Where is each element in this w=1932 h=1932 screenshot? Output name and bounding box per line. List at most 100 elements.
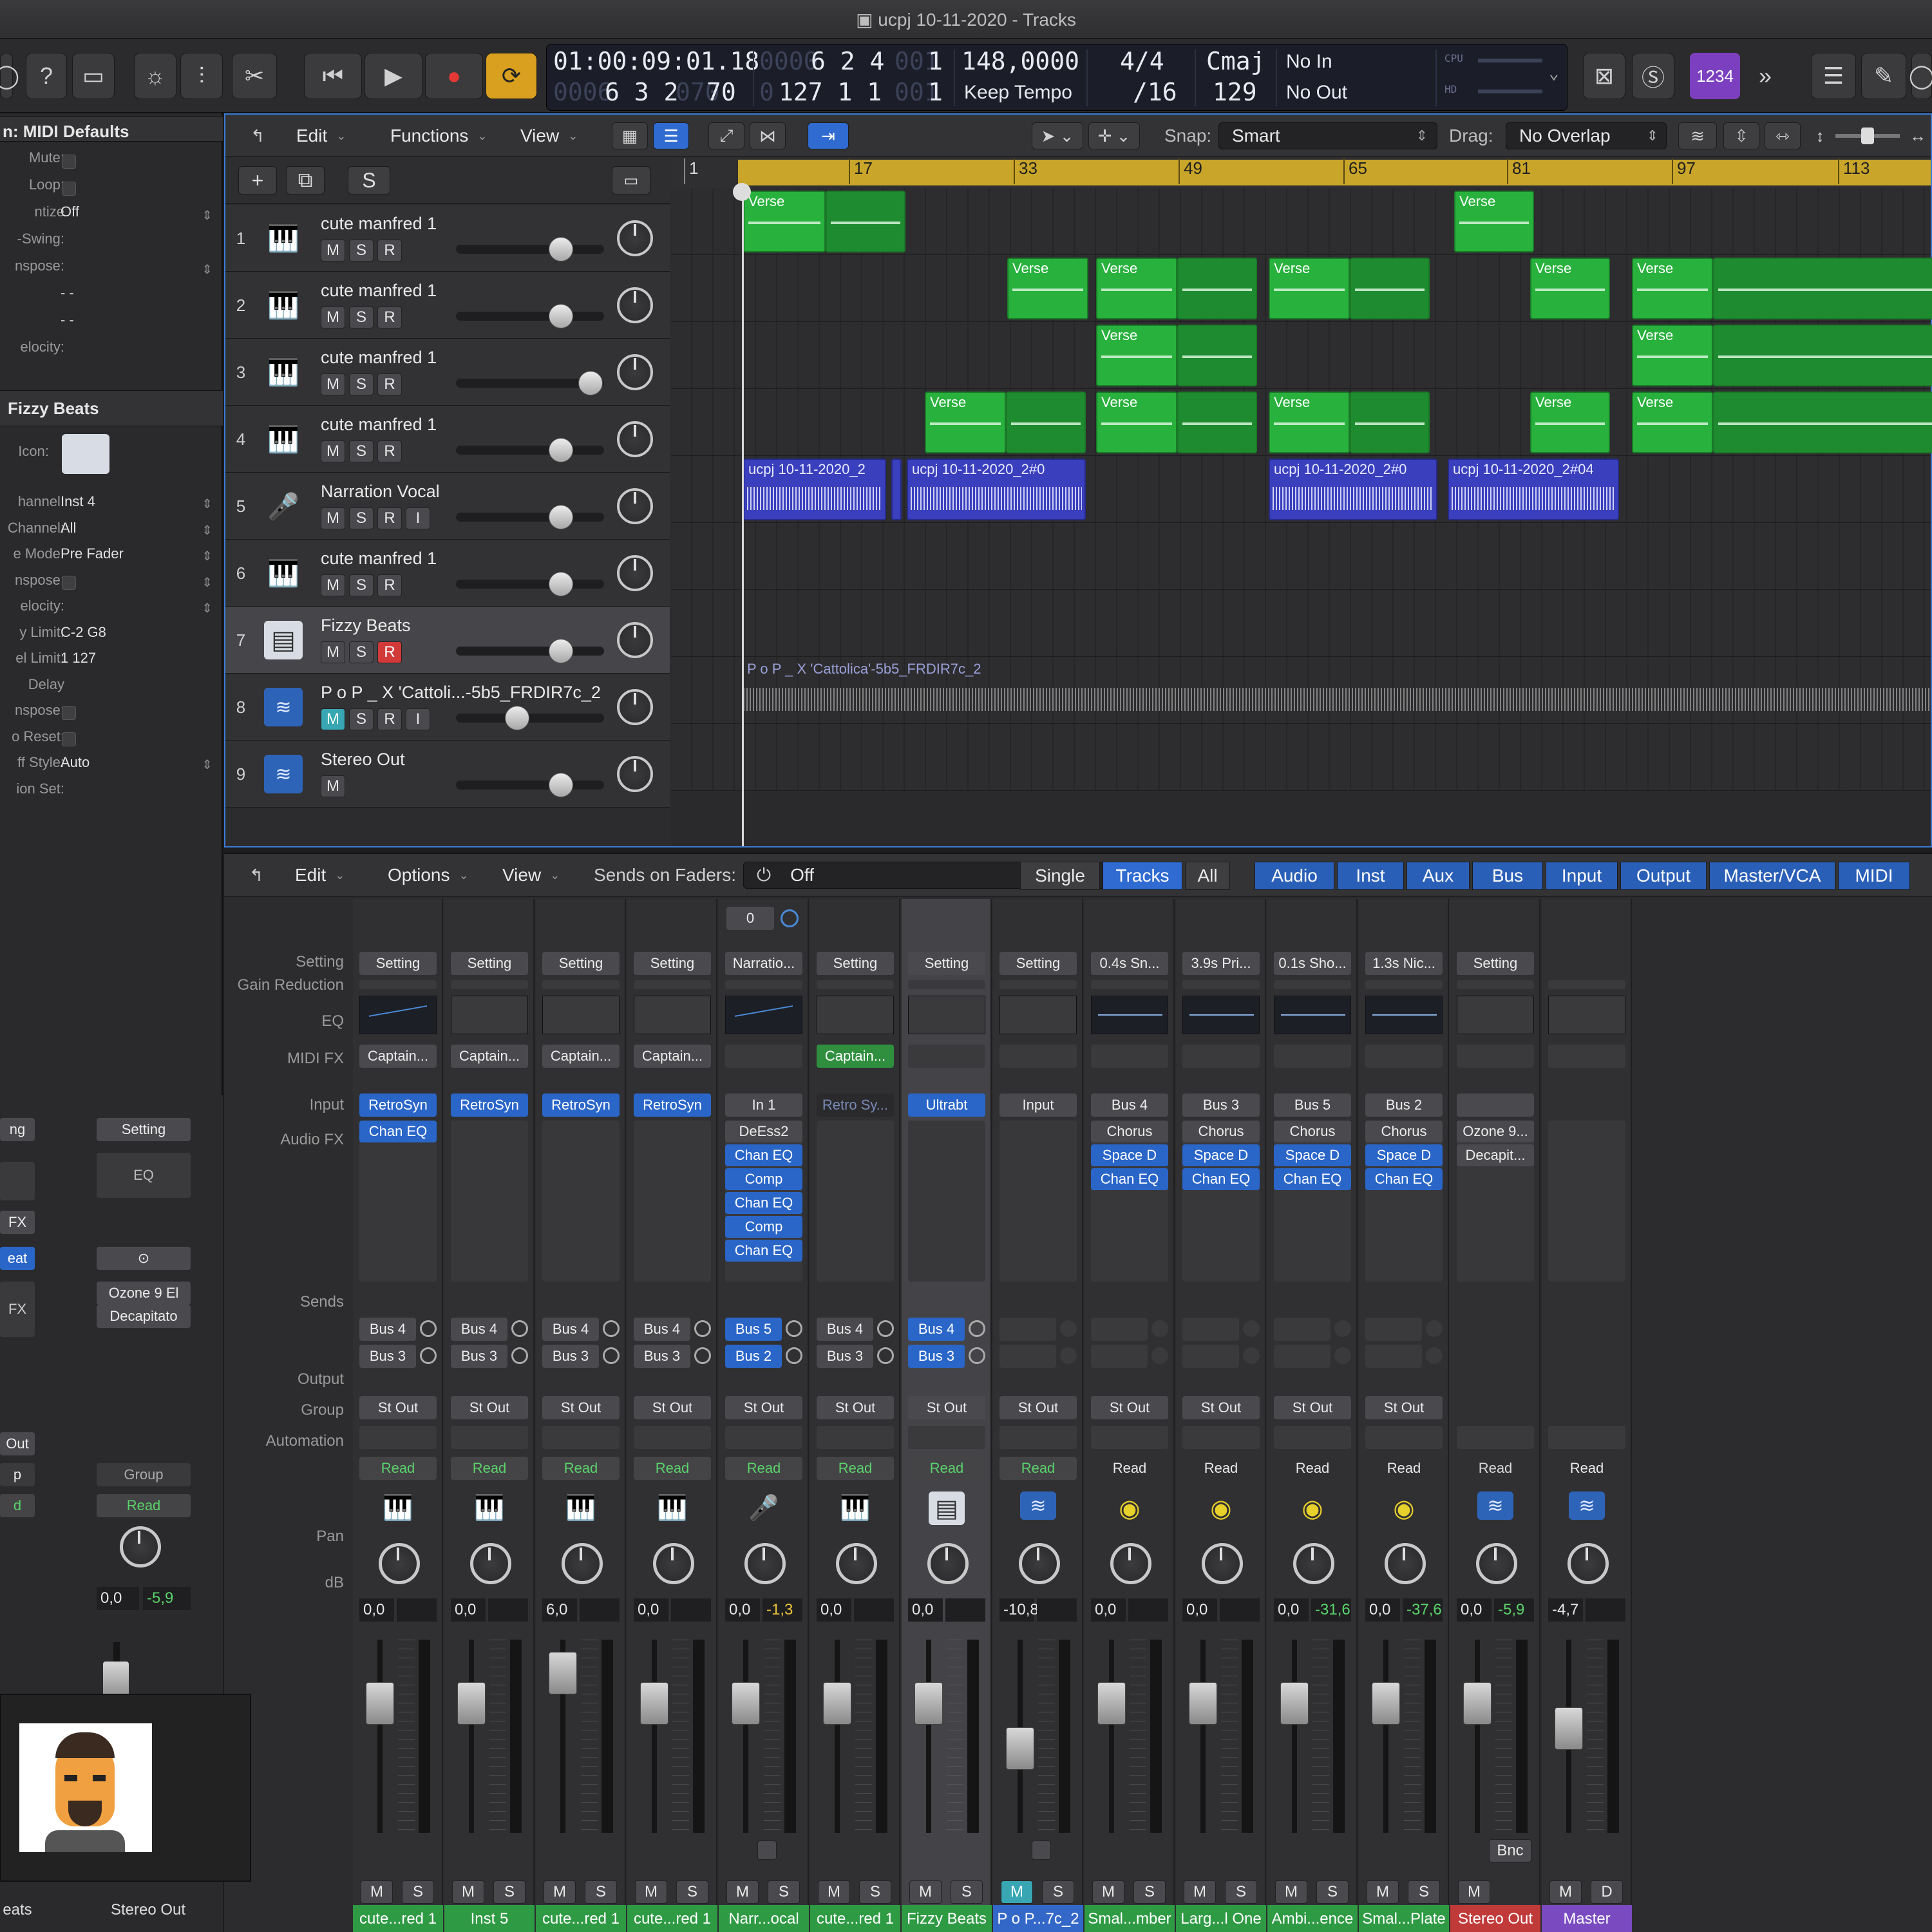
- send-level-knob[interactable]: [1426, 1347, 1443, 1364]
- list-view-icon[interactable]: ☰: [653, 122, 689, 149]
- track-pan-knob[interactable]: [617, 287, 653, 323]
- volume-fader[interactable]: [999, 1640, 1077, 1833]
- lcd-signature[interactable]: 4/4: [1120, 47, 1164, 75]
- track-header[interactable]: 9 ≋ Stereo Out M: [225, 741, 670, 808]
- midi-region-loop[interactable]: [1177, 392, 1257, 453]
- strip-m-button[interactable]: M: [544, 1880, 576, 1904]
- synth-keyboard-icon[interactable]: 🎹: [563, 1492, 599, 1525]
- inspector-checkbox[interactable]: [62, 575, 76, 590]
- send-level-knob[interactable]: [603, 1347, 620, 1364]
- automation-mode[interactable]: Read: [817, 1457, 894, 1480]
- track-volume-slider[interactable]: [456, 572, 604, 596]
- send-level-knob[interactable]: [877, 1347, 894, 1364]
- plugin-decapitator[interactable]: Decapitato: [97, 1305, 191, 1328]
- fader-knob[interactable]: [732, 1682, 760, 1725]
- volume-fader[interactable]: [1091, 1640, 1168, 1833]
- track-s-button[interactable]: S: [349, 574, 374, 596]
- strip-s-button[interactable]: S: [1133, 1880, 1166, 1904]
- horizontal-fit-icon[interactable]: ⇿: [1765, 122, 1801, 149]
- pan-knob[interactable]: [1476, 1543, 1517, 1584]
- eq-thumbnail[interactable]: [1457, 996, 1534, 1034]
- send-slot[interactable]: Bus 4: [542, 1318, 599, 1341]
- volume-slider-knob[interactable]: [549, 505, 573, 529]
- channel-name[interactable]: Master: [1542, 1905, 1632, 1932]
- browser-icon[interactable]: ◯: [1909, 53, 1932, 99]
- input-slot[interactable]: Bus 2: [1365, 1094, 1443, 1117]
- mixer-filter-master-vca[interactable]: Master/VCA: [1709, 862, 1835, 890]
- audio-fx-area[interactable]: [359, 1121, 437, 1282]
- send-slot-empty[interactable]: [999, 1345, 1056, 1368]
- pan-knob[interactable]: [1019, 1543, 1060, 1584]
- midi-region-loop[interactable]: [1713, 325, 1932, 386]
- send-slot[interactable]: Bus 3: [359, 1345, 416, 1368]
- stepper-icon[interactable]: ⇕: [202, 600, 213, 616]
- send-level-knob[interactable]: [1151, 1347, 1168, 1364]
- input-slot[interactable]: Bus 5: [1274, 1094, 1351, 1117]
- waveform-icon[interactable]: ≋: [1020, 1492, 1056, 1520]
- audio-region[interactable]: ucpj 10-11-2020_2#04: [1448, 459, 1619, 520]
- playhead-handle[interactable]: [733, 183, 751, 201]
- mixer-back-arrow-icon[interactable]: ↰: [237, 862, 276, 889]
- synth-keyboard-icon[interactable]: 🎹: [380, 1492, 416, 1525]
- setting-button[interactable]: 0.4s Sn...: [1091, 952, 1168, 975]
- lcd-tempo[interactable]: 148,0000: [961, 47, 1079, 75]
- track-m-button[interactable]: M: [321, 507, 345, 529]
- inspector-checkbox[interactable]: [62, 182, 76, 196]
- strip-m-button[interactable]: M: [361, 1880, 393, 1904]
- pan-knob[interactable]: [1385, 1543, 1426, 1584]
- automation-mode[interactable]: Read: [1091, 1457, 1168, 1480]
- editors-icon[interactable]: ✂: [232, 53, 277, 99]
- right-strip-setting[interactable]: Setting: [97, 1118, 191, 1141]
- setting-button[interactable]: Narratio...: [725, 952, 802, 975]
- track-name[interactable]: cute manfred 1: [321, 415, 437, 435]
- edit-menu[interactable]: Edit ⌄: [290, 122, 352, 149]
- vertical-zoom-icon[interactable]: ↕: [1807, 122, 1833, 149]
- strip-m-button[interactable]: M: [1458, 1880, 1490, 1904]
- strip-s-button[interactable]: S: [1408, 1880, 1440, 1904]
- volume-fader[interactable]: [1274, 1640, 1351, 1833]
- track-i-button[interactable]: I: [406, 708, 430, 730]
- input-slot[interactable]: RetroSyn: [542, 1094, 620, 1117]
- fader-knob[interactable]: [1006, 1727, 1034, 1770]
- strip-m-button[interactable]: M: [1549, 1880, 1582, 1904]
- track-r-button[interactable]: R: [377, 641, 402, 663]
- drag-select[interactable]: No Overlap ⇕: [1506, 122, 1667, 149]
- track-pan-knob[interactable]: [617, 689, 653, 725]
- track-header[interactable]: 4 🎹 cute manfred 1 MSR: [225, 406, 670, 473]
- midi-region-loop[interactable]: [1713, 258, 1932, 319]
- lcd-key[interactable]: Cmaj: [1206, 47, 1265, 75]
- track-s-button[interactable]: S: [349, 641, 374, 663]
- midi-fx-slot[interactable]: Captain...: [634, 1045, 711, 1068]
- send-level-knob[interactable]: [786, 1347, 802, 1364]
- lcd-menu-chevron-icon[interactable]: ⌄: [1549, 64, 1559, 83]
- send-slot[interactable]: Bus 2: [725, 1345, 782, 1368]
- volume-fader[interactable]: [725, 1640, 802, 1833]
- fader-knob[interactable]: [457, 1682, 486, 1725]
- track-s-button[interactable]: S: [349, 507, 374, 529]
- audio-fx-slot[interactable]: Decapit...: [1457, 1144, 1534, 1166]
- link-icon[interactable]: ⊙: [97, 1247, 191, 1270]
- send-slot[interactable]: Bus 5: [725, 1318, 782, 1341]
- output-slot[interactable]: St Out: [725, 1396, 802, 1419]
- midi-fx-slot[interactable]: Captain...: [817, 1045, 894, 1068]
- send-level-knob[interactable]: [786, 1320, 802, 1337]
- inspector-row[interactable]: nspose: ⇕: [0, 572, 219, 598]
- send-level-knob[interactable]: [420, 1347, 437, 1364]
- volume-db-value[interactable]: 0,0: [1182, 1598, 1217, 1622]
- channel-name[interactable]: Narr...ocal: [719, 1905, 809, 1932]
- track-volume-slider[interactable]: [456, 237, 604, 261]
- horizontal-zoom-icon[interactable]: ↔: [1906, 122, 1929, 149]
- track-m-button[interactable]: M: [321, 307, 345, 328]
- input-slot[interactable]: Input: [999, 1094, 1077, 1117]
- send-level-knob[interactable]: [1060, 1347, 1077, 1364]
- setting-button[interactable]: 0.1s Sho...: [1274, 952, 1351, 975]
- track-volume-slider[interactable]: [456, 304, 604, 328]
- track-s-button[interactable]: S: [349, 440, 374, 462]
- eq-thumbnail[interactable]: [725, 996, 802, 1034]
- midi-region[interactable]: Verse: [1632, 258, 1713, 319]
- track-volume-slider[interactable]: [456, 371, 604, 395]
- aux-knob-icon[interactable]: ◉: [1294, 1492, 1331, 1525]
- mixer-mode-all[interactable]: All: [1185, 862, 1230, 890]
- inspector-row[interactable]: el Limit: 1 127: [0, 650, 219, 676]
- midi-region[interactable]: Verse: [1096, 325, 1177, 386]
